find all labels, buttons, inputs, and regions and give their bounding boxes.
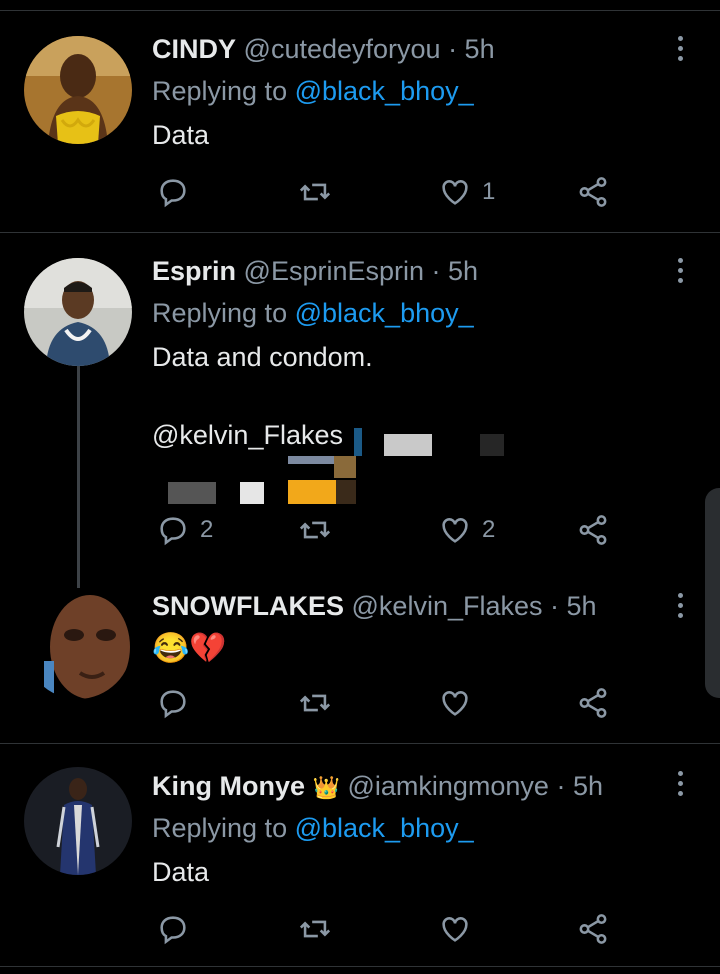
- timestamp: · 5h: [550, 591, 597, 621]
- share-icon: [579, 515, 607, 545]
- thread-line: [77, 366, 80, 588]
- action-bar: [152, 683, 622, 723]
- heart-icon: [442, 917, 468, 942]
- action-bar: 1: [152, 172, 622, 212]
- tweet-card[interactable]: CINDY @cutedeyforyou · 5h Replying to @b…: [0, 0, 720, 232]
- pixelated-content: [334, 456, 356, 478]
- mention-link[interactable]: @black_bhoy_: [295, 298, 474, 328]
- share-button[interactable]: [576, 909, 610, 949]
- scrollbar-thumb[interactable]: [705, 488, 720, 698]
- tweet-header: SNOWFLAKES @kelvin_Flakes · 5h: [152, 591, 597, 622]
- replying-to-label: Replying to: [152, 813, 288, 843]
- divider: [0, 966, 720, 967]
- mention-link[interactable]: @black_bhoy_: [295, 76, 474, 106]
- reply-button[interactable]: [156, 172, 200, 212]
- reply-button[interactable]: [156, 683, 200, 723]
- more-vertical-icon[interactable]: [670, 258, 690, 288]
- heart-icon: [442, 518, 468, 543]
- pixelated-content: [288, 480, 336, 504]
- avatar[interactable]: [24, 258, 132, 366]
- replying-to: Replying to @black_bhoy_: [152, 298, 474, 329]
- reply-icon: [160, 517, 186, 546]
- timestamp: · 5h: [556, 771, 603, 801]
- avatar[interactable]: [24, 36, 132, 144]
- retweet-icon: [299, 183, 331, 201]
- reply-count: 2: [200, 516, 214, 543]
- display-name[interactable]: King Monye: [152, 771, 305, 801]
- tweet-text: 😂💔: [152, 632, 227, 665]
- share-icon: [579, 914, 607, 944]
- replying-to: Replying to @black_bhoy_: [152, 813, 474, 844]
- action-bar: [152, 909, 622, 949]
- replying-to-label: Replying to: [152, 76, 288, 106]
- crown-icon: 👑: [312, 775, 340, 800]
- like-count: 1: [482, 178, 496, 205]
- user-handle[interactable]: @kelvin_Flakes: [352, 591, 543, 621]
- heart-icon: [442, 180, 468, 205]
- avatar[interactable]: [24, 591, 132, 699]
- user-handle[interactable]: @iamkingmonye: [347, 771, 549, 801]
- tweet-text: Data and condom.: [152, 342, 373, 372]
- user-handle[interactable]: @EsprinEsprin: [244, 256, 424, 286]
- tweet-header: Esprin @EsprinEsprin · 5h: [152, 256, 478, 287]
- mention-link[interactable]: @black_bhoy_: [295, 813, 474, 843]
- display-name[interactable]: CINDY: [152, 34, 236, 64]
- pixelated-content: [384, 434, 432, 456]
- share-button[interactable]: [576, 683, 610, 723]
- retweet-icon: [299, 521, 331, 539]
- share-button[interactable]: [576, 172, 610, 212]
- retweet-button[interactable]: [298, 510, 342, 550]
- more-vertical-icon[interactable]: [670, 36, 690, 66]
- retweet-button[interactable]: [298, 172, 342, 212]
- heart-icon: [442, 691, 468, 716]
- retweet-button[interactable]: [298, 909, 342, 949]
- like-count: 2: [482, 516, 496, 543]
- mention-link[interactable]: @kelvin_Flakes: [152, 420, 343, 451]
- tweet-card[interactable]: King Monye 👑 @iamkingmonye · 5h Replying…: [0, 743, 720, 974]
- pixelated-content: [336, 480, 356, 504]
- reply-icon: [160, 916, 186, 945]
- tweet-text: Data: [152, 857, 210, 887]
- avatar[interactable]: [24, 767, 132, 875]
- tweet-header: CINDY @cutedeyforyou · 5h: [152, 34, 495, 65]
- replying-to: Replying to @black_bhoy_: [152, 76, 474, 107]
- tweet-card[interactable]: SNOWFLAKES @kelvin_Flakes · 5h 😂💔: [0, 577, 720, 743]
- user-handle[interactable]: @cutedeyforyou: [244, 34, 441, 64]
- share-icon: [579, 688, 607, 718]
- reply-button[interactable]: 2: [156, 510, 213, 550]
- more-vertical-icon[interactable]: [670, 771, 690, 801]
- pixelated-content: [168, 482, 216, 504]
- reply-button[interactable]: [156, 909, 200, 949]
- pixelated-content: [240, 482, 264, 504]
- share-icon: [579, 177, 607, 207]
- like-button[interactable]: [438, 683, 482, 723]
- pixelated-content: [480, 434, 504, 456]
- pixelated-content: [288, 456, 338, 464]
- retweet-button[interactable]: [298, 683, 342, 723]
- tweet-card[interactable]: Esprin @EsprinEsprin · 5h Replying to @b…: [0, 232, 720, 577]
- display-name[interactable]: Esprin: [152, 256, 236, 286]
- tweet-text: Data: [152, 120, 210, 150]
- pixelated-content: [354, 428, 362, 456]
- retweet-icon: [299, 920, 331, 938]
- retweet-icon: [299, 694, 331, 712]
- timestamp: · 5h: [431, 256, 479, 286]
- timestamp: · 5h: [448, 34, 495, 64]
- like-button[interactable]: 1: [438, 172, 495, 212]
- action-bar: 2 2: [152, 510, 622, 550]
- share-button[interactable]: [576, 510, 610, 550]
- like-button[interactable]: [438, 909, 482, 949]
- display-name[interactable]: SNOWFLAKES: [152, 591, 344, 621]
- reply-icon: [160, 690, 186, 719]
- replying-to-label: Replying to: [152, 298, 288, 328]
- more-vertical-icon[interactable]: [670, 593, 690, 623]
- reply-icon: [160, 179, 186, 208]
- like-button[interactable]: 2: [438, 510, 495, 550]
- tweet-header: King Monye 👑 @iamkingmonye · 5h: [152, 771, 603, 802]
